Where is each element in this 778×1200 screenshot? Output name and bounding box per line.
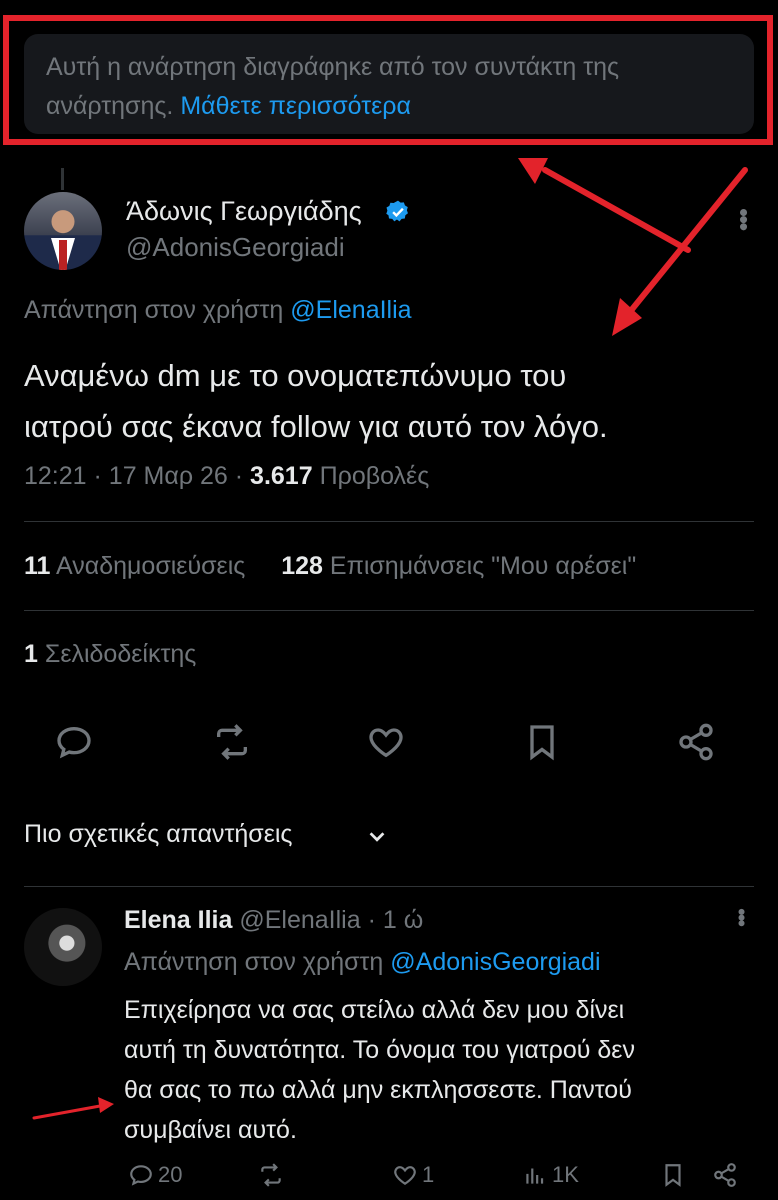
annotation-red-frame <box>3 15 773 145</box>
share-icon <box>714 1163 736 1187</box>
post-text-line: Αναμένω dm με το ονοματεπώνυμο του <box>24 358 567 393</box>
avatar[interactable] <box>24 192 102 270</box>
reply-context: Απάντηση στον χρήστη @AdonisGeorgiadi <box>124 948 601 977</box>
repost-icon[interactable] <box>212 722 260 770</box>
reply-icon[interactable] <box>54 722 102 770</box>
annotation-arrowhead-3 <box>98 1097 114 1113</box>
post-time[interactable]: 12:21 <box>24 462 87 490</box>
verified-badge-icon <box>386 200 408 222</box>
reply-age[interactable]: 1 ώ <box>383 906 423 934</box>
author-handle[interactable]: @AdonisGeorgiadi <box>126 232 345 263</box>
reply-text-line: αυτή τη δυνατότητα. Το όνομα του γιατρού… <box>124 1036 635 1064</box>
reply-author-handle[interactable]: @ElenaIlia <box>239 906 360 934</box>
reply-share-button[interactable] <box>712 1162 738 1188</box>
like-icon[interactable] <box>366 722 414 770</box>
thread-connector-line <box>61 168 64 190</box>
bookmark-icon[interactable] <box>522 722 570 770</box>
reply-like-button[interactable]: 1 <box>392 1162 434 1188</box>
reply-author-name[interactable]: Elena Ilia <box>124 906 232 934</box>
reply-text: Επιχείρησα να σας στείλω αλλά δεν μου δί… <box>124 990 744 1150</box>
post-text: Αναμένω dm με το ονοματεπώνυμο του ιατρο… <box>24 350 764 452</box>
reposts-stat[interactable]: 11 Αναδημοσιεύσεις <box>24 552 245 580</box>
engagement-stats: 11 Αναδημοσιεύσεις 128 Επισημάνσεις "Μου… <box>24 552 636 581</box>
post-meta: 12:21 · 17 Μαρ 26 · 3.617 Προβολές <box>24 462 430 490</box>
reply-icon <box>130 1165 152 1186</box>
annotation-arrowhead-1 <box>612 298 642 336</box>
reply-replies-button[interactable]: 20 <box>128 1162 182 1188</box>
share-icon[interactable] <box>676 722 724 770</box>
views-count: 3.617 <box>250 462 313 490</box>
more-icon[interactable]: ••• <box>728 208 759 229</box>
reply-text-line: Επιχείρησα να σας στείλω αλλά δεν μου δί… <box>124 996 625 1024</box>
reply-text-line: συμβαίνει αυτό. <box>124 1116 297 1144</box>
annotation-arrowhead-2 <box>518 158 548 184</box>
divider <box>24 610 754 611</box>
annotation-arrow-2 <box>542 167 691 253</box>
reply-header: Elena Ilia @ElenaIlia · 1 ώ <box>124 906 424 934</box>
reply-context: Απάντηση στον χρήστη @ElenaIlia <box>24 296 412 325</box>
reply-to-handle[interactable]: @ElenaIlia <box>290 296 411 324</box>
reply-text-line: θα σας το πω αλλά μην εκπλησσεστε. Παντο… <box>124 1076 632 1104</box>
annotation-arrow-3 <box>32 1104 102 1120</box>
chevron-down-icon[interactable] <box>366 826 388 848</box>
post-text-line: ιατρού σας έκανα follow για αυτό τον λόγ… <box>24 409 608 444</box>
bookmarks-stat[interactable]: 1 Σελιδοδείκτης <box>24 640 196 669</box>
sort-replies-dropdown[interactable]: Πιο σχετικές απαντήσεις <box>24 820 292 849</box>
views-icon <box>526 1168 544 1184</box>
reply-label: Απάντηση στον χρήστη <box>124 948 384 976</box>
divider <box>24 521 754 522</box>
repost-icon <box>261 1163 281 1187</box>
author-name[interactable]: Άδωνις Γεωργιάδης <box>126 196 362 227</box>
annotation-arrow-1 <box>622 167 748 321</box>
reply-avatar[interactable] <box>24 908 102 986</box>
likes-stat[interactable]: 128 Επισημάνσεις "Μου αρέσει" <box>281 552 636 580</box>
reply-more-icon[interactable]: ••• <box>728 908 754 925</box>
post-date[interactable]: 17 Μαρ 26 <box>109 462 228 490</box>
reply-views-button[interactable]: 1K <box>522 1162 579 1188</box>
views-label: Προβολές <box>319 462 430 490</box>
reply-bookmark-button[interactable] <box>660 1162 686 1188</box>
reply-label: Απάντηση στον χρήστη <box>24 296 284 324</box>
divider <box>24 886 754 887</box>
reply-repost-button[interactable] <box>258 1162 284 1188</box>
like-icon <box>394 1166 416 1185</box>
bookmark-icon <box>665 1164 681 1187</box>
reply-to-handle[interactable]: @AdonisGeorgiadi <box>390 948 600 976</box>
